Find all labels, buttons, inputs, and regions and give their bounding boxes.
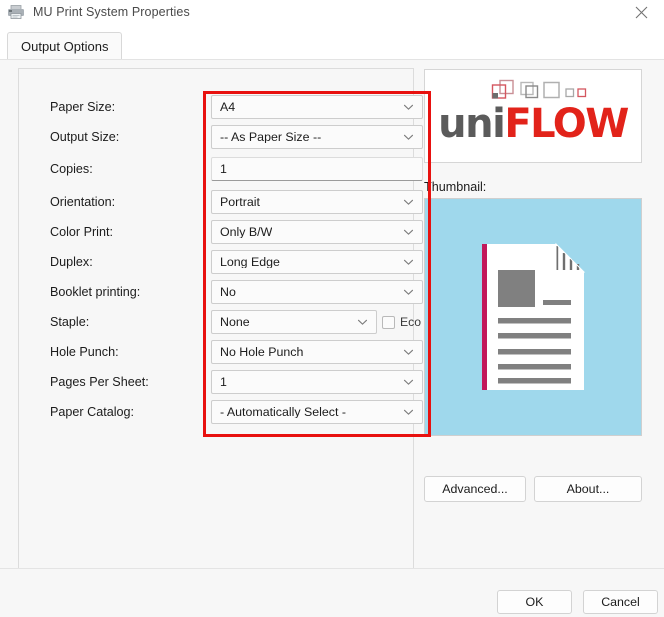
- eco-checkbox[interactable]: [382, 315, 395, 329]
- field-booklet-printing[interactable]: No: [211, 280, 423, 304]
- printer-icon: [7, 4, 25, 20]
- tab-label: Output Options: [21, 39, 109, 54]
- orientation-combo[interactable]: Portrait: [211, 190, 423, 214]
- cancel-button[interactable]: Cancel: [583, 590, 658, 614]
- booklet-printing-combo[interactable]: No: [211, 280, 423, 304]
- chevron-down-icon: [403, 347, 414, 358]
- field-color-print[interactable]: Only B/W: [211, 220, 423, 244]
- paper-catalog-combo[interactable]: - Automatically Select -: [211, 400, 423, 424]
- chevron-down-icon: [403, 287, 414, 298]
- document-page-icon: [478, 242, 588, 392]
- color-print-value: Only B/W: [220, 225, 273, 239]
- label-paper-catalog: Paper Catalog:: [50, 405, 135, 419]
- hole-punch-value: No Hole Punch: [220, 345, 304, 359]
- thumbnail-preview: [424, 198, 642, 436]
- field-paper-catalog[interactable]: - Automatically Select -: [211, 400, 423, 424]
- field-orientation[interactable]: Portrait: [211, 190, 423, 214]
- chevron-down-icon: [403, 102, 414, 113]
- field-output-size[interactable]: -- As Paper Size --: [211, 125, 423, 149]
- label-paper-size: Paper Size:: [50, 100, 116, 114]
- pages-per-sheet-combo[interactable]: 1: [211, 370, 423, 394]
- thumbnail-label: Thumbnail:: [424, 180, 487, 194]
- label-hole-punch: Hole Punch:: [50, 345, 119, 359]
- field-duplex[interactable]: Long Edge: [211, 250, 423, 274]
- label-pages-per-sheet: Pages Per Sheet:: [50, 375, 149, 389]
- field-hole-punch[interactable]: No Hole Punch: [211, 340, 423, 364]
- chevron-down-icon: [403, 197, 414, 208]
- field-paper-size[interactable]: A4: [211, 95, 423, 119]
- tab-output-options[interactable]: Output Options: [7, 32, 123, 60]
- label-output-size: Output Size:: [50, 130, 120, 144]
- label-staple: Staple:: [50, 315, 90, 329]
- booklet-printing-value: No: [220, 285, 236, 299]
- pages-per-sheet-value: 1: [220, 375, 227, 389]
- staple-combo[interactable]: None: [211, 310, 377, 334]
- uniflow-logo: uniFLOW: [425, 70, 641, 162]
- about-button[interactable]: About...: [534, 476, 642, 502]
- hole-punch-combo[interactable]: No Hole Punch: [211, 340, 423, 364]
- tab-strip: Output Options: [0, 24, 664, 60]
- chevron-down-icon: [403, 132, 414, 143]
- chevron-down-icon: [403, 227, 414, 238]
- label-duplex: Duplex:: [50, 255, 93, 269]
- field-pages-per-sheet[interactable]: 1: [211, 370, 423, 394]
- output-size-combo[interactable]: -- As Paper Size --: [211, 125, 423, 149]
- window-title: MU Print System Properties: [33, 5, 190, 19]
- staple-value: None: [220, 315, 250, 329]
- right-button-group: Advanced... About...: [424, 476, 642, 502]
- field-staple[interactable]: None: [211, 310, 377, 334]
- chevron-down-icon: [357, 317, 368, 328]
- color-print-combo[interactable]: Only B/W: [211, 220, 423, 244]
- copies-input[interactable]: 1: [211, 157, 423, 181]
- chevron-down-icon: [403, 377, 414, 388]
- title-bar: MU Print System Properties: [0, 0, 664, 24]
- dialog-footer: OK Cancel: [0, 568, 664, 617]
- chevron-down-icon: [403, 257, 414, 268]
- output-options-panel: Paper Size: A4 Output Size: -- As Paper …: [18, 68, 431, 570]
- output-size-value: -- As Paper Size --: [220, 130, 322, 144]
- paper-size-combo[interactable]: A4: [211, 95, 423, 119]
- field-copies[interactable]: 1: [211, 157, 423, 181]
- orientation-value: Portrait: [220, 195, 260, 209]
- logo-uni-text: uni: [438, 101, 506, 147]
- label-booklet-printing: Booklet printing:: [50, 285, 141, 299]
- duplex-combo[interactable]: Long Edge: [211, 250, 423, 274]
- label-copies: Copies:: [50, 162, 93, 176]
- copies-value: 1: [220, 162, 227, 176]
- ok-button[interactable]: OK: [497, 590, 572, 614]
- duplex-value: Long Edge: [220, 255, 280, 269]
- uniflow-wordmark: uniFLOW: [438, 101, 629, 147]
- label-orientation: Orientation:: [50, 195, 116, 209]
- print-properties-dialog: MU Print System Properties Output Option…: [0, 0, 664, 617]
- chevron-down-icon: [403, 407, 414, 418]
- paper-size-value: A4: [220, 100, 236, 114]
- eco-checkbox-group[interactable]: Eco: [382, 310, 421, 334]
- paper-catalog-value: - Automatically Select -: [220, 405, 347, 419]
- logo-flow-text: FLOW: [504, 101, 629, 147]
- label-color-print: Color Print:: [50, 225, 113, 239]
- uniflow-logo-frame: uniFLOW: [424, 69, 642, 163]
- advanced-button[interactable]: Advanced...: [424, 476, 526, 502]
- close-icon[interactable]: [619, 0, 664, 24]
- dialog-body: Paper Size: A4 Output Size: -- As Paper …: [0, 60, 664, 570]
- eco-label: Eco: [400, 314, 422, 329]
